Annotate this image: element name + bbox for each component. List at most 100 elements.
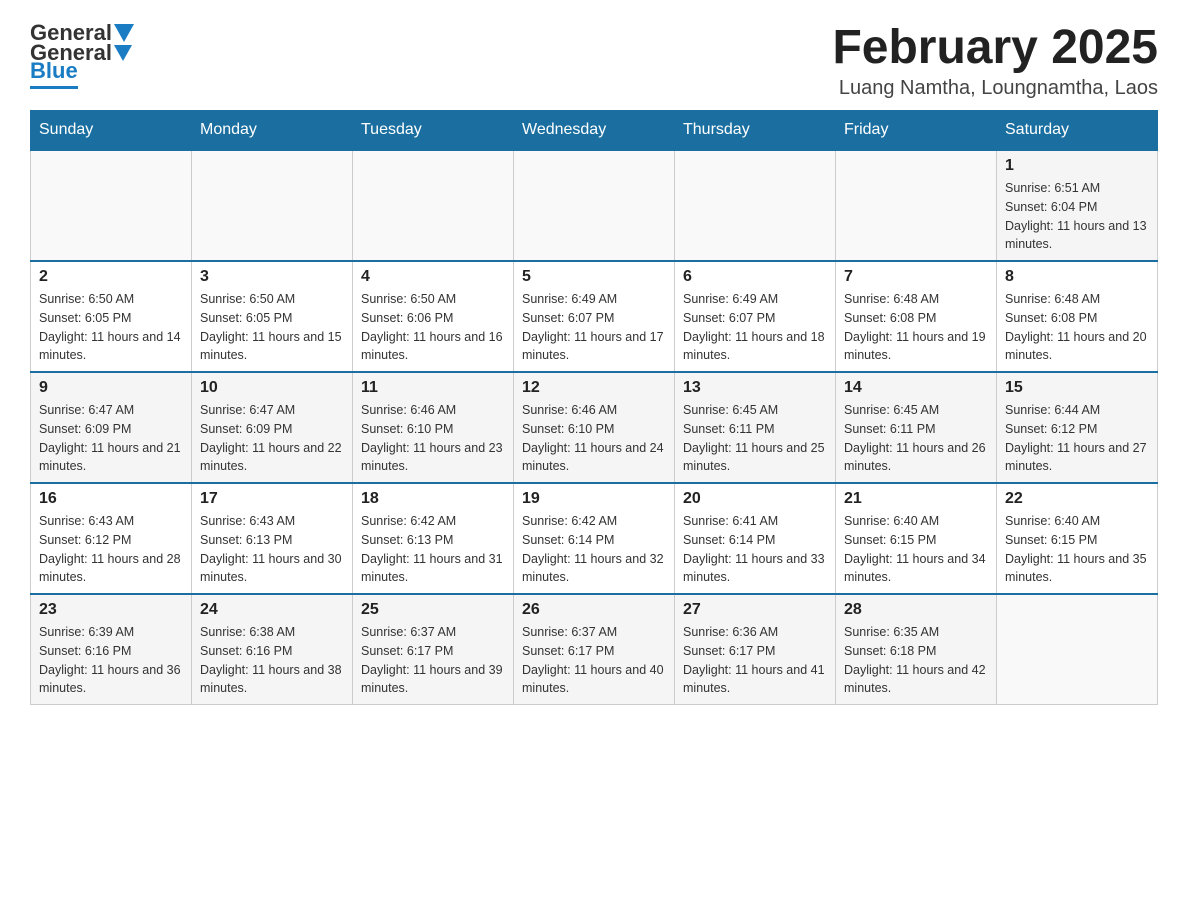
calendar-cell: 6 Sunrise: 6:49 AMSunset: 6:07 PMDaylight… xyxy=(675,261,836,372)
calendar-cell: 16 Sunrise: 6:43 AMSunset: 6:12 PMDayligh… xyxy=(31,483,192,594)
calendar-cell: 2 Sunrise: 6:50 AMSunset: 6:05 PMDaylight… xyxy=(31,261,192,372)
day-number: 5 xyxy=(522,268,666,286)
day-info: Sunrise: 6:41 AMSunset: 6:14 PMDaylight:… xyxy=(683,512,827,587)
calendar-table: Sunday Monday Tuesday Wednesday Thursday… xyxy=(30,110,1158,705)
day-number: 15 xyxy=(1005,379,1149,397)
month-title: February 2025 xyxy=(832,20,1158,75)
day-info: Sunrise: 6:44 AMSunset: 6:12 PMDaylight:… xyxy=(1005,401,1149,476)
day-info: Sunrise: 6:50 AMSunset: 6:05 PMDaylight:… xyxy=(200,290,344,365)
day-number: 21 xyxy=(844,490,988,508)
calendar-cell: 1 Sunrise: 6:51 AMSunset: 6:04 PMDaylight… xyxy=(997,150,1158,261)
day-number: 1 xyxy=(1005,157,1149,175)
day-number: 6 xyxy=(683,268,827,286)
day-info: Sunrise: 6:48 AMSunset: 6:08 PMDaylight:… xyxy=(844,290,988,365)
logo: General General Blue xyxy=(30,20,136,89)
header-monday: Monday xyxy=(192,111,353,151)
calendar-cell: 3 Sunrise: 6:50 AMSunset: 6:05 PMDaylight… xyxy=(192,261,353,372)
calendar-cell: 10Sunrise: 6:47 AMSunset: 6:09 PMDayligh… xyxy=(192,372,353,483)
calendar-week-row: 2 Sunrise: 6:50 AMSunset: 6:05 PMDaylight… xyxy=(31,261,1158,372)
calendar-cell: 25 Sunrise: 6:37 AMSunset: 6:17 PMDayligh… xyxy=(353,594,514,705)
calendar-cell xyxy=(836,150,997,261)
header-friday: Friday xyxy=(836,111,997,151)
day-number: 24 xyxy=(200,601,344,619)
calendar-cell: 12 Sunrise: 6:46 AMSunset: 6:10 PMDayligh… xyxy=(514,372,675,483)
calendar-week-row: 16 Sunrise: 6:43 AMSunset: 6:12 PMDayligh… xyxy=(31,483,1158,594)
calendar-cell: 13 Sunrise: 6:45 AMSunset: 6:11 PMDayligh… xyxy=(675,372,836,483)
day-info: Sunrise: 6:49 AMSunset: 6:07 PMDaylight:… xyxy=(522,290,666,365)
calendar-week-row: 9 Sunrise: 6:47 AMSunset: 6:09 PMDaylight… xyxy=(31,372,1158,483)
day-number: 14 xyxy=(844,379,988,397)
calendar-cell: 8Sunrise: 6:48 AMSunset: 6:08 PMDaylight… xyxy=(997,261,1158,372)
calendar-cell: 17 Sunrise: 6:43 AMSunset: 6:13 PMDayligh… xyxy=(192,483,353,594)
day-info: Sunrise: 6:36 AMSunset: 6:17 PMDaylight:… xyxy=(683,623,827,698)
day-number: 2 xyxy=(39,268,183,286)
day-number: 23 xyxy=(39,601,183,619)
calendar-cell: 19 Sunrise: 6:42 AMSunset: 6:14 PMDayligh… xyxy=(514,483,675,594)
calendar-cell: 23Sunrise: 6:39 AMSunset: 6:16 PMDayligh… xyxy=(31,594,192,705)
day-info: Sunrise: 6:51 AMSunset: 6:04 PMDaylight:… xyxy=(1005,179,1149,254)
day-info: Sunrise: 6:49 AMSunset: 6:07 PMDaylight:… xyxy=(683,290,827,365)
calendar-week-row: 23Sunrise: 6:39 AMSunset: 6:16 PMDayligh… xyxy=(31,594,1158,705)
day-info: Sunrise: 6:37 AMSunset: 6:17 PMDaylight:… xyxy=(361,623,505,698)
day-number: 27 xyxy=(683,601,827,619)
location-subtitle: Luang Namtha, Loungnamtha, Laos xyxy=(832,77,1158,100)
day-number: 13 xyxy=(683,379,827,397)
calendar-cell xyxy=(675,150,836,261)
day-number: 17 xyxy=(200,490,344,508)
day-info: Sunrise: 6:46 AMSunset: 6:10 PMDaylight:… xyxy=(361,401,505,476)
logo-triangle-icon xyxy=(114,24,134,42)
calendar-cell: 18 Sunrise: 6:42 AMSunset: 6:13 PMDayligh… xyxy=(353,483,514,594)
calendar-cell: 21 Sunrise: 6:40 AMSunset: 6:15 PMDayligh… xyxy=(836,483,997,594)
calendar-cell: 15 Sunrise: 6:44 AMSunset: 6:12 PMDayligh… xyxy=(997,372,1158,483)
title-block: February 2025 Luang Namtha, Loungnamtha,… xyxy=(832,20,1158,100)
day-number: 12 xyxy=(522,379,666,397)
day-info: Sunrise: 6:43 AMSunset: 6:13 PMDaylight:… xyxy=(200,512,344,587)
calendar-cell xyxy=(353,150,514,261)
day-info: Sunrise: 6:43 AMSunset: 6:12 PMDaylight:… xyxy=(39,512,183,587)
calendar-cell: 27 Sunrise: 6:36 AMSunset: 6:17 PMDayligh… xyxy=(675,594,836,705)
day-number: 16 xyxy=(39,490,183,508)
day-number: 11 xyxy=(361,379,505,397)
day-info: Sunrise: 6:38 AMSunset: 6:16 PMDaylight:… xyxy=(200,623,344,698)
day-number: 7 xyxy=(844,268,988,286)
day-info: Sunrise: 6:48 AMSunset: 6:08 PMDaylight:… xyxy=(1005,290,1149,365)
calendar-cell: 11 Sunrise: 6:46 AMSunset: 6:10 PMDayligh… xyxy=(353,372,514,483)
logo-blue-text: Blue xyxy=(30,58,78,83)
calendar-cell: 20 Sunrise: 6:41 AMSunset: 6:14 PMDayligh… xyxy=(675,483,836,594)
day-info: Sunrise: 6:47 AMSunset: 6:09 PMDaylight:… xyxy=(200,401,344,476)
day-number: 20 xyxy=(683,490,827,508)
calendar-cell: 5 Sunrise: 6:49 AMSunset: 6:07 PMDaylight… xyxy=(514,261,675,372)
logo-arrow-icon xyxy=(114,45,132,61)
day-info: Sunrise: 6:40 AMSunset: 6:15 PMDaylight:… xyxy=(844,512,988,587)
calendar-cell xyxy=(192,150,353,261)
calendar-cell: 26 Sunrise: 6:37 AMSunset: 6:17 PMDayligh… xyxy=(514,594,675,705)
calendar-header-row: Sunday Monday Tuesday Wednesday Thursday… xyxy=(31,111,1158,151)
day-number: 26 xyxy=(522,601,666,619)
calendar-cell: 24 Sunrise: 6:38 AMSunset: 6:16 PMDayligh… xyxy=(192,594,353,705)
day-number: 18 xyxy=(361,490,505,508)
day-number: 3 xyxy=(200,268,344,286)
calendar-cell xyxy=(997,594,1158,705)
day-info: Sunrise: 6:50 AMSunset: 6:06 PMDaylight:… xyxy=(361,290,505,365)
calendar-cell: 14Sunrise: 6:45 AMSunset: 6:11 PMDayligh… xyxy=(836,372,997,483)
day-info: Sunrise: 6:47 AMSunset: 6:09 PMDaylight:… xyxy=(39,401,183,476)
header-wednesday: Wednesday xyxy=(514,111,675,151)
calendar-cell xyxy=(514,150,675,261)
calendar-cell: 22Sunrise: 6:40 AMSunset: 6:15 PMDayligh… xyxy=(997,483,1158,594)
day-info: Sunrise: 6:45 AMSunset: 6:11 PMDaylight:… xyxy=(683,401,827,476)
day-number: 25 xyxy=(361,601,505,619)
calendar-cell: 7 Sunrise: 6:48 AMSunset: 6:08 PMDaylight… xyxy=(836,261,997,372)
day-number: 4 xyxy=(361,268,505,286)
day-info: Sunrise: 6:50 AMSunset: 6:05 PMDaylight:… xyxy=(39,290,183,365)
day-number: 28 xyxy=(844,601,988,619)
day-info: Sunrise: 6:46 AMSunset: 6:10 PMDaylight:… xyxy=(522,401,666,476)
day-info: Sunrise: 6:42 AMSunset: 6:14 PMDaylight:… xyxy=(522,512,666,587)
day-number: 9 xyxy=(39,379,183,397)
calendar-cell: 28Sunrise: 6:35 AMSunset: 6:18 PMDayligh… xyxy=(836,594,997,705)
header-tuesday: Tuesday xyxy=(353,111,514,151)
day-info: Sunrise: 6:42 AMSunset: 6:13 PMDaylight:… xyxy=(361,512,505,587)
day-number: 19 xyxy=(522,490,666,508)
header-thursday: Thursday xyxy=(675,111,836,151)
page-header: General General Blue February 2025 Luang… xyxy=(30,20,1158,100)
day-info: Sunrise: 6:37 AMSunset: 6:17 PMDaylight:… xyxy=(522,623,666,698)
